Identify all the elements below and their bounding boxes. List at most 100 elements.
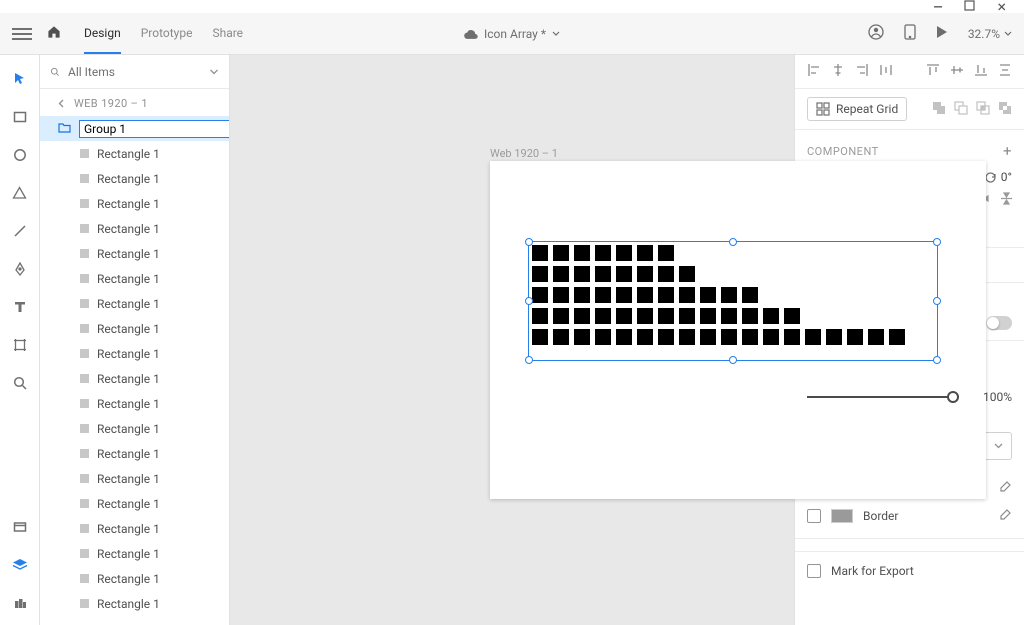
border-row: Border (807, 502, 1012, 530)
distribute-h-icon[interactable] (879, 63, 893, 80)
line-tool[interactable] (8, 219, 32, 243)
ellipse-tool[interactable] (8, 143, 32, 167)
border-checkbox[interactable] (807, 509, 821, 523)
layer-item[interactable]: Rectangle 1 (40, 266, 229, 291)
boolean-add-icon[interactable] (932, 101, 946, 118)
breadcrumb-label: WEB 1920 – 1 (74, 97, 148, 110)
opacity-slider[interactable]: 100% (807, 387, 1012, 407)
layer-item[interactable]: Rectangle 1 (40, 491, 229, 516)
artboard-label[interactable]: Web 1920 – 1 (490, 147, 558, 160)
rotation-field[interactable]: 0° (1001, 170, 1012, 184)
export-checkbox[interactable] (807, 564, 821, 578)
layer-item[interactable]: Rectangle 1 (40, 316, 229, 341)
zoom-level[interactable]: 32.7% (968, 27, 1012, 41)
layer-rename-input[interactable] (79, 120, 229, 138)
artboard-tool[interactable] (8, 333, 32, 357)
layer-item[interactable]: Rectangle 1 (40, 391, 229, 416)
align-row (795, 55, 1024, 89)
align-top-icon[interactable] (926, 63, 940, 80)
layer-item[interactable]: Rectangle 1 (40, 341, 229, 366)
text-tool[interactable] (8, 295, 32, 319)
layer-item[interactable]: Rectangle 1 (40, 416, 229, 441)
layer-item[interactable]: Rectangle 1 (40, 241, 229, 266)
layer-item[interactable]: Rectangle 1 (40, 566, 229, 591)
layers-breadcrumb[interactable]: WEB 1920 – 1 (40, 89, 229, 116)
maximize-button[interactable] (964, 0, 975, 14)
zoom-value: 32.7% (968, 27, 1000, 41)
distribute-v-icon[interactable] (998, 63, 1012, 80)
menu-icon[interactable] (12, 24, 32, 44)
layer-item[interactable]: Rectangle 1 (40, 366, 229, 391)
minimize-button[interactable]: — (933, 0, 942, 14)
layer-item-label: Rectangle 1 (97, 522, 160, 536)
layer-item[interactable]: Rectangle 1 (40, 516, 229, 541)
responsive-resize-toggle[interactable] (986, 316, 1012, 330)
close-button[interactable]: × (997, 0, 1006, 16)
layer-thumb-icon (80, 324, 89, 333)
align-hcenter-icon[interactable] (831, 63, 845, 80)
pen-tool[interactable] (8, 257, 32, 281)
selection-box[interactable] (528, 241, 938, 361)
device-preview-icon[interactable] (904, 24, 916, 43)
layer-item[interactable]: Rectangle 1 (40, 141, 229, 166)
chevron-left-icon (58, 99, 64, 108)
top-bar: Design Prototype Share Icon Array * 32.7… (0, 13, 1024, 55)
add-component-icon[interactable]: + (1003, 142, 1012, 160)
plugins-panel-icon[interactable] (8, 591, 32, 615)
layer-thumb-icon (80, 174, 89, 183)
boolean-subtract-icon[interactable] (954, 101, 968, 118)
export-row[interactable]: Mark for Export (795, 551, 1024, 590)
account-icon[interactable] (868, 24, 884, 43)
layer-item-label: Rectangle 1 (97, 222, 160, 236)
layer-item[interactable]: Rectangle 1 (40, 466, 229, 491)
chevron-down-icon (1004, 31, 1012, 36)
eyedropper-icon[interactable] (999, 480, 1012, 496)
play-icon[interactable] (936, 25, 948, 42)
border-label: Border (863, 509, 898, 523)
select-tool[interactable] (8, 67, 32, 91)
eyedropper-icon[interactable] (999, 508, 1012, 524)
layer-item-label: Rectangle 1 (97, 422, 160, 436)
boolean-intersect-icon[interactable] (976, 101, 990, 118)
mode-tabs: Design Prototype Share (84, 14, 243, 53)
layer-item[interactable]: Rectangle 1 (40, 216, 229, 241)
rectangle-tool[interactable] (8, 105, 32, 129)
layer-item-label: Rectangle 1 (97, 272, 160, 286)
tab-design[interactable]: Design (84, 14, 121, 54)
layer-item[interactable]: Rectangle 1 (40, 541, 229, 566)
layer-thumb-icon (80, 549, 89, 558)
repeat-grid-label: Repeat Grid (836, 102, 898, 116)
home-icon[interactable] (46, 24, 66, 44)
align-left-icon[interactable] (807, 63, 821, 80)
align-right-icon[interactable] (855, 63, 869, 80)
polygon-tool[interactable] (8, 181, 32, 205)
align-bottom-icon[interactable] (974, 63, 988, 80)
layer-item[interactable]: Rectangle 1 (40, 191, 229, 216)
assets-panel-icon[interactable] (8, 515, 32, 539)
layer-item[interactable]: Rectangle 1 (40, 441, 229, 466)
align-vcenter-icon[interactable] (950, 63, 964, 80)
layer-item[interactable]: Rectangle 1 (40, 166, 229, 191)
boolean-exclude-icon[interactable] (998, 101, 1012, 118)
repeat-grid-button[interactable]: Repeat Grid (807, 97, 907, 121)
layer-group[interactable] (40, 116, 229, 141)
layer-thumb-icon (80, 524, 89, 533)
tab-share[interactable]: Share (212, 14, 243, 53)
opacity-value[interactable]: 100% (983, 390, 1012, 404)
border-color-swatch[interactable] (831, 509, 853, 523)
layer-item[interactable]: Rectangle 1 (40, 591, 229, 616)
document-title[interactable]: Icon Array * (464, 27, 560, 41)
layer-item-label: Rectangle 1 (97, 197, 160, 211)
layers-panel-icon[interactable] (8, 553, 32, 577)
layers-filter[interactable]: All Items (40, 55, 229, 89)
canvas[interactable]: Web 1920 – 1 (230, 55, 794, 625)
layer-thumb-icon (80, 399, 89, 408)
flip-v-icon[interactable] (1001, 192, 1012, 208)
layer-thumb-icon (80, 374, 89, 383)
folder-icon (58, 122, 71, 136)
layer-item[interactable]: Rectangle 1 (40, 291, 229, 316)
tab-prototype[interactable]: Prototype (141, 14, 193, 53)
zoom-tool[interactable] (8, 371, 32, 395)
chevron-down-icon (552, 31, 560, 36)
layer-item-label: Rectangle 1 (97, 397, 160, 411)
